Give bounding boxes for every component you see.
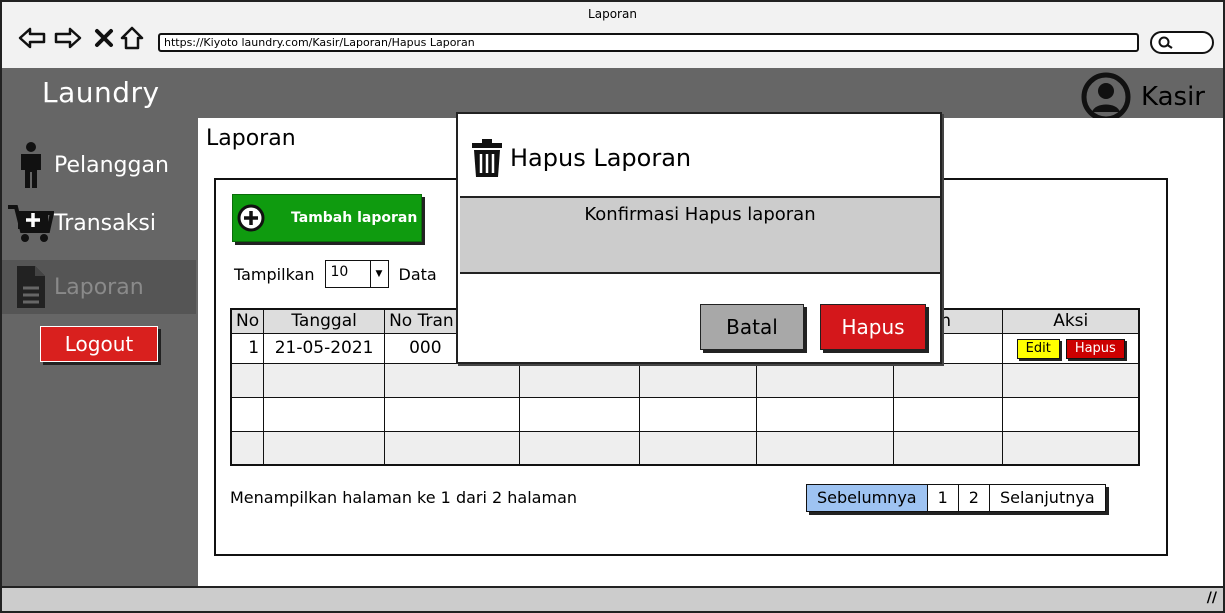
home-icon[interactable] <box>118 24 146 52</box>
sidebar-item-label: Laporan <box>54 274 144 300</box>
column-header: Aksi <box>1002 308 1140 334</box>
title-bar: Laporan https://Kiyoto laundry.com/Kasir… <box>2 2 1223 66</box>
app-header: Laundry Kasir <box>2 68 1223 122</box>
sidebar-item-transaksi[interactable]: Transaksi <box>2 196 196 250</box>
pagination: Sebelumnya 1 2 Selanjutnya <box>806 484 1106 512</box>
back-arrow-icon[interactable] <box>18 24 46 52</box>
close-x-icon[interactable] <box>90 24 118 52</box>
pagination-page-1[interactable]: 1 <box>927 485 959 511</box>
trash-icon <box>472 139 502 177</box>
dialog-message: Konfirmasi Hapus laporan <box>460 196 940 274</box>
pagination-prev-button[interactable]: Sebelumnya <box>807 485 928 511</box>
pagination-info: Menampilkan halaman ke 1 dari 2 halaman <box>230 488 578 507</box>
sidebar-item-pelanggan[interactable]: Pelanggan <box>2 138 196 192</box>
resize-grip-icon[interactable]: // <box>1207 590 1217 606</box>
search-icon <box>1158 36 1173 49</box>
cell-aksi: Edit Hapus <box>1002 332 1140 364</box>
sidebar-item-laporan[interactable]: Laporan <box>2 260 196 314</box>
browser-window: Laporan https://Kiyoto laundry.com/Kasir… <box>0 0 1225 613</box>
window-title: Laporan <box>588 7 637 21</box>
delete-report-dialog: Hapus Laporan Konfirmasi Hapus laporan B… <box>456 112 942 364</box>
cart-add-icon <box>8 203 54 243</box>
show-label: Tampilkan <box>234 264 315 284</box>
user-menu[interactable]: Kasir <box>1081 72 1205 122</box>
cell-no: 1 <box>230 332 265 364</box>
confirm-delete-button[interactable]: Hapus <box>820 304 926 350</box>
add-report-button[interactable]: Tambah laporan <box>232 194 422 242</box>
table-row <box>230 430 1140 466</box>
sidebar-item-label: Pelanggan <box>54 152 169 178</box>
sidebar-item-label: Transaksi <box>54 210 156 236</box>
page-title: Laporan <box>206 126 296 151</box>
brand-title: Laundry <box>42 76 160 109</box>
status-bar: // <box>2 586 1223 611</box>
cancel-button[interactable]: Batal <box>700 304 804 350</box>
pagination-next-button[interactable]: Selanjutnya <box>989 485 1105 511</box>
table-row <box>230 396 1140 432</box>
dialog-title: Hapus Laporan <box>510 144 692 172</box>
sidebar: Pelanggan Transaksi Laporan Logout <box>2 118 198 586</box>
column-header: No <box>230 308 265 334</box>
cell-tanggal: 21-05-2021 <box>263 332 386 364</box>
plus-circle-icon <box>237 204 265 232</box>
forward-arrow-icon[interactable] <box>54 24 82 52</box>
data-label: Data <box>398 264 437 284</box>
person-icon <box>8 142 54 188</box>
document-icon <box>8 264 54 310</box>
column-header: Tanggal <box>263 308 386 334</box>
chevron-down-icon: ▼ <box>369 261 388 287</box>
pagination-page-2[interactable]: 2 <box>958 485 990 511</box>
user-avatar-icon <box>1081 72 1131 122</box>
dialog-header: Hapus Laporan <box>470 138 691 178</box>
browser-search[interactable] <box>1150 31 1214 54</box>
add-report-label: Tambah laporan <box>291 210 418 226</box>
address-bar[interactable]: https://Kiyoto laundry.com/Kasir/Laporan… <box>158 33 1139 52</box>
delete-button[interactable]: Hapus <box>1065 339 1125 359</box>
page-size-select[interactable]: 10 ▼ <box>324 260 389 288</box>
edit-button[interactable]: Edit <box>1016 339 1060 359</box>
user-name: Kasir <box>1141 82 1205 112</box>
table-row <box>230 362 1140 398</box>
page-size-value: 10 <box>330 264 349 280</box>
page-size-control: Tampilkan 10 ▼ Data <box>234 260 437 288</box>
logout-button[interactable]: Logout <box>40 326 158 362</box>
